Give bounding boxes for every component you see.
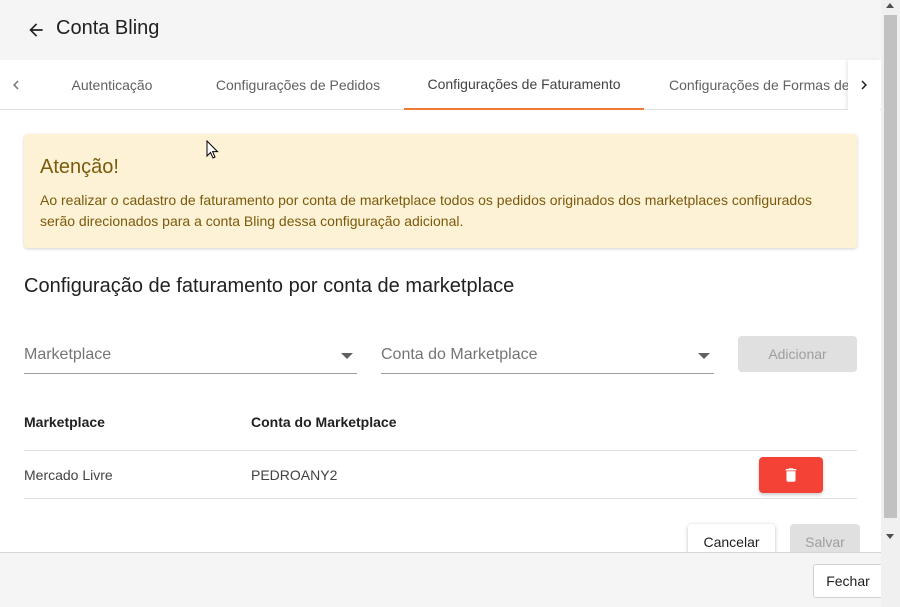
dialog: Conta Bling Autenticação Configurações d… [0,0,883,607]
page-title: Conta Bling [56,17,160,39]
chevron-right-icon [861,80,867,90]
alert-title: Atenção! [40,156,119,178]
tab-scroll-left-button[interactable] [0,60,32,110]
column-header-marketplace: Marketplace [24,414,105,430]
alert-message: Ao realizar o cadastro de faturamento po… [40,192,813,229]
dialog-content: Atenção! Ao realizar o cadastro de fatur… [0,110,881,552]
warning-alert: Atenção! Ao realizar o cadastro de fatur… [24,134,857,248]
dialog-footer: Fechar [0,552,883,607]
delete-button[interactable] [759,457,823,493]
scrollbar[interactable] [881,0,900,607]
tabs-viewport: Autenticação Configurações de Pedidos Co… [32,60,848,110]
dialog-header: Conta Bling [0,0,881,60]
tab-autenticacao[interactable]: Autenticação [52,60,172,110]
tab-configuracoes-formas[interactable]: Configurações de Formas de [669,60,848,110]
cell-account: PEDROANY2 [251,467,338,483]
arrow-left-icon [29,23,43,37]
chevron-left-icon [13,80,19,90]
cell-marketplace: Mercado Livre [24,467,113,483]
mouse-cursor-icon [206,140,219,159]
tab-bar: Autenticação Configurações de Pedidos Co… [0,60,881,110]
back-button[interactable] [22,16,50,44]
scroll-down-arrow-icon[interactable] [886,534,894,539]
scroll-up-arrow-icon[interactable] [886,3,894,8]
account-select-placeholder: Conta do Marketplace [381,346,538,363]
marketplace-select[interactable]: Marketplace [24,336,357,374]
marketplace-account-select[interactable]: Conta do Marketplace [381,336,714,374]
column-header-account: Conta do Marketplace [251,414,397,430]
tab-configuracoes-faturamento[interactable]: Configurações de Faturamento [404,60,644,110]
caret-down-icon [341,353,353,359]
add-button[interactable]: Adicionar [738,336,857,372]
cancel-button[interactable]: Cancelar [688,524,775,552]
marketplace-select-placeholder: Marketplace [24,346,112,363]
scrollbar-thumb[interactable] [884,15,897,518]
close-button[interactable]: Fechar [813,564,883,598]
save-button[interactable]: Salvar [790,524,860,552]
caret-down-icon [698,353,710,359]
table-divider [24,450,857,451]
table-divider [24,498,857,499]
section-title: Configuração de faturamento por conta de… [24,275,515,297]
tab-scroll-right-button[interactable] [848,60,880,110]
tab-configuracoes-pedidos[interactable]: Configurações de Pedidos [204,60,392,110]
trash-icon [785,468,797,482]
